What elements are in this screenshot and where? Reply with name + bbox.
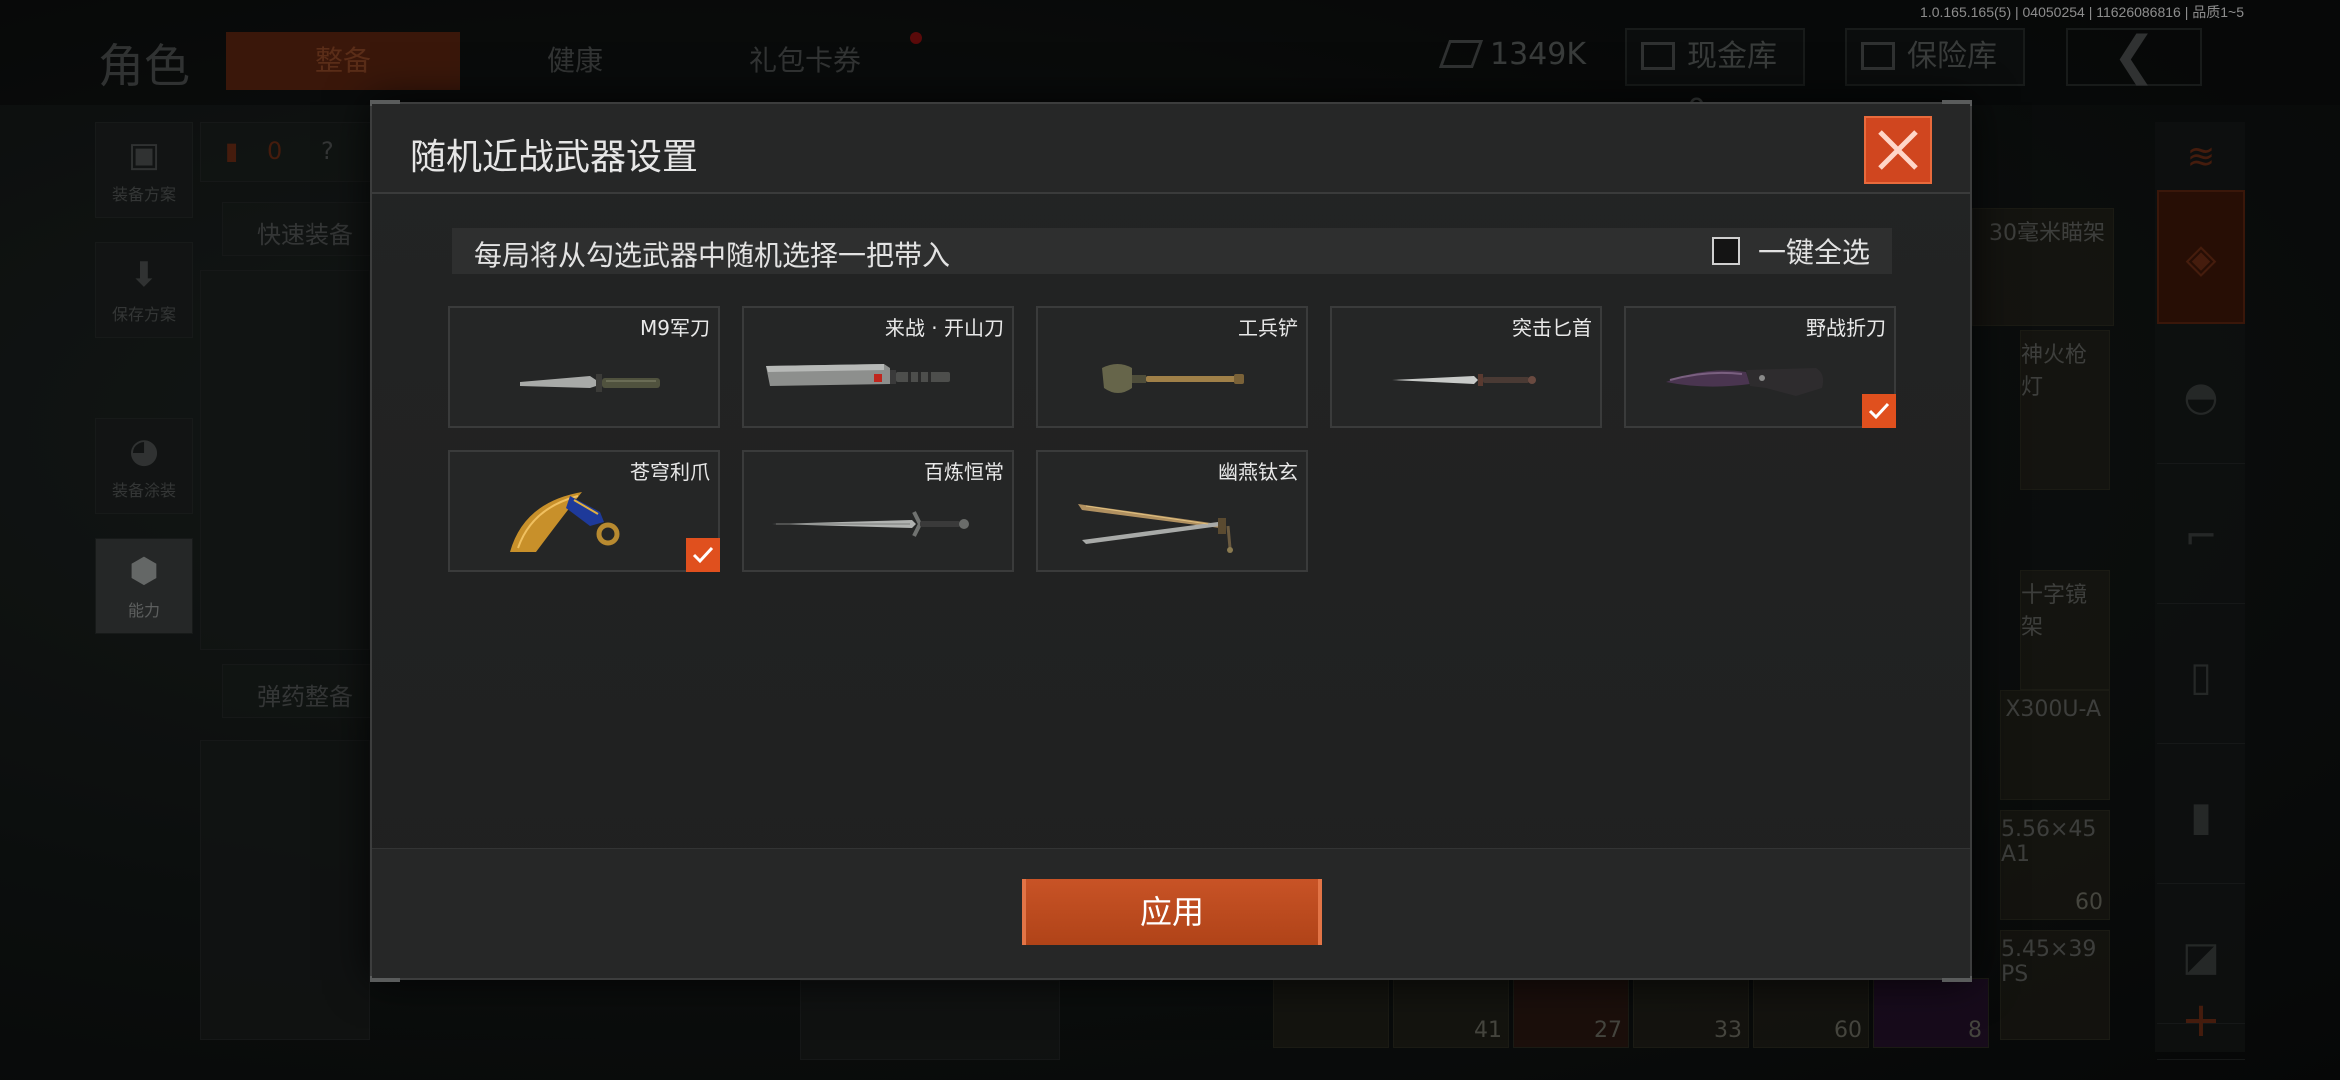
dagger-icon [1392, 374, 1536, 386]
close-icon [1878, 130, 1918, 170]
karambit-icon [510, 492, 620, 552]
weapon-name: 幽燕钛玄 [1218, 460, 1298, 484]
dialog-footer: 应用 [372, 848, 1970, 978]
weapon-checkbox-checked[interactable] [686, 538, 720, 572]
weapon-name: 来战 · 开山刀 [884, 316, 1004, 340]
machete-icon [766, 364, 950, 386]
folding-knife-icon [1666, 368, 1824, 396]
dialog-body: 每局将从勾选武器中随机选择一把带入 一键全选 M9军刀 来战 · 开山刀 工兵铲… [372, 196, 1970, 852]
select-all-toggle[interactable]: 一键全选 [1711, 232, 1870, 270]
game-screen: 角色 整备 健康 礼包卡券 1349K 现金库 0 保险库 ❮ 1.0.165.… [0, 0, 2340, 1080]
info-text: 每局将从勾选武器中随机选择一把带入 [474, 239, 951, 272]
checkmark-icon [692, 546, 714, 564]
weapon-card-sky-claw[interactable]: 苍穹利爪 [448, 450, 720, 572]
dialog-title: 随机近战武器设置 [410, 137, 699, 178]
weapon-card-m9[interactable]: M9军刀 [448, 306, 720, 428]
shovel-icon [1102, 364, 1244, 393]
select-all-checkbox[interactable] [1711, 237, 1740, 265]
weapon-name: 野战折刀 [1806, 316, 1886, 340]
weapon-checkbox-checked[interactable] [1862, 394, 1896, 428]
sword-icon [772, 511, 969, 537]
weapon-name: 突击匕首 [1512, 316, 1592, 340]
weapon-name: 苍穹利爪 [630, 460, 710, 484]
twin-blade-icon [1078, 504, 1233, 553]
weapon-card-field-folding-knife[interactable]: 野战折刀 [1624, 306, 1896, 428]
info-bar: 每局将从勾选武器中随机选择一把带入 一键全选 [452, 228, 1892, 274]
weapon-card-machete[interactable]: 来战 · 开山刀 [742, 306, 1014, 428]
close-button[interactable] [1864, 116, 1932, 184]
dialog-header: 随机近战武器设置 [372, 104, 1970, 194]
random-melee-settings-dialog: 随机近战武器设置 每局将从勾选武器中随机选择一把带入 一键全选 M9军刀 来战 … [370, 100, 1972, 982]
m9-knife-icon [520, 374, 660, 392]
weapon-name: 百炼恒常 [924, 460, 1004, 484]
weapon-card-refined-sword[interactable]: 百炼恒常 [742, 450, 1014, 572]
select-all-label: 一键全选 [1757, 236, 1870, 269]
apply-button[interactable]: 应用 [1022, 879, 1322, 945]
checkmark-icon [1868, 402, 1890, 420]
weapon-card-assault-dagger[interactable]: 突击匕首 [1330, 306, 1602, 428]
weapon-name: 工兵铲 [1238, 316, 1298, 340]
weapon-card-youyan-titanium[interactable]: 幽燕钛玄 [1036, 450, 1308, 572]
weapon-name: M9军刀 [640, 316, 710, 340]
weapon-card-shovel[interactable]: 工兵铲 [1036, 306, 1308, 428]
